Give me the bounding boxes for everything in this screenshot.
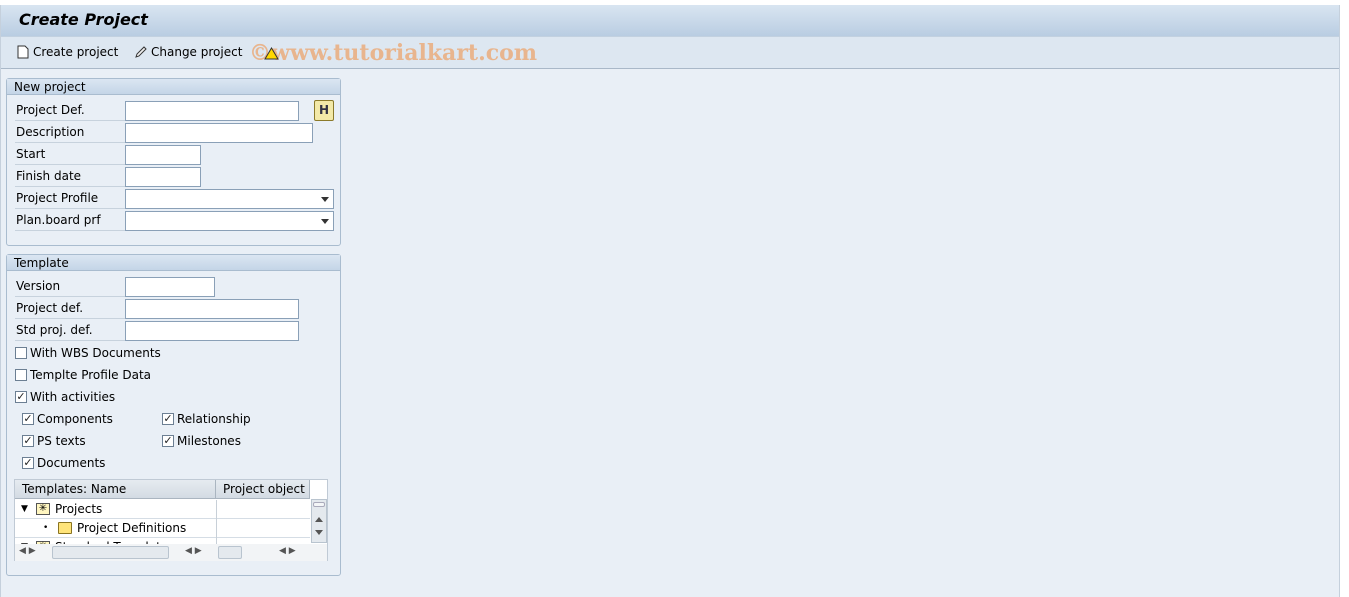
checkbox-label: PS texts xyxy=(37,434,86,448)
tree-node-label: Projects xyxy=(55,501,103,516)
input-field[interactable] xyxy=(125,321,299,341)
checkbox[interactable]: Templte Profile Data xyxy=(15,367,151,383)
checkbox-label: With WBS Documents xyxy=(30,346,161,360)
field-label: Plan.board prf xyxy=(15,210,127,231)
scroll-thumb[interactable] xyxy=(218,546,242,559)
column-header-project-object[interactable]: Project object xyxy=(216,480,310,499)
scroll-thumb[interactable] xyxy=(52,546,169,559)
checkbox-checked[interactable]: ✓ xyxy=(15,391,27,403)
tree-node[interactable]: ▼ ✳ Projects xyxy=(15,500,310,519)
change-project-label: Change project xyxy=(151,45,243,59)
vertical-scrollbar[interactable] xyxy=(311,499,327,543)
document-icon xyxy=(17,45,29,59)
checkbox[interactable]: ✓ With activities xyxy=(15,389,115,405)
new-project-group: New project Project Def. Description Start… xyxy=(6,78,341,246)
field-label: Version xyxy=(15,276,127,297)
checkbox-label: Documents xyxy=(37,456,106,470)
templates-tree: Templates: Name Project object ▼ ✳ Project… xyxy=(14,479,328,561)
checkbox[interactable]: ✓ Milestones xyxy=(162,433,241,449)
checkbox[interactable]: ✓ Documents xyxy=(22,455,105,471)
input-field[interactable] xyxy=(125,145,201,165)
create-project-label: Create project xyxy=(33,45,119,59)
create-project-button[interactable]: Create project xyxy=(17,45,118,59)
change-project-button[interactable]: Change project xyxy=(134,45,242,59)
field-label: Project def. xyxy=(15,298,127,319)
checkbox-checked[interactable]: ✓ xyxy=(162,435,174,447)
checkbox-checked[interactable]: ✓ xyxy=(162,413,174,425)
checkbox-checked[interactable]: ✓ xyxy=(22,435,34,447)
group-header: Template xyxy=(7,255,340,271)
tree-node-label: Project Definitions xyxy=(77,520,187,535)
input-field[interactable] xyxy=(125,123,313,143)
checkbox-label: Relationship xyxy=(177,412,251,426)
input-field[interactable] xyxy=(125,299,299,319)
input-field[interactable] xyxy=(125,101,299,121)
input-field[interactable] xyxy=(125,167,201,187)
application-toolbar: Create project Change project ©www.tutor… xyxy=(1,36,1339,69)
page-title: Create Project xyxy=(19,10,148,29)
checkbox[interactable]: ✓ Relationship xyxy=(162,411,251,427)
bullet-icon: • xyxy=(43,522,49,533)
dropdown-field[interactable] xyxy=(125,211,334,231)
field-label: Finish date xyxy=(15,166,127,187)
warning-icon[interactable] xyxy=(264,47,279,60)
field-label: Description xyxy=(15,122,127,143)
checkbox[interactable]: With WBS Documents xyxy=(15,345,161,361)
field-label: Project Def. xyxy=(15,100,127,121)
dropdown-field[interactable] xyxy=(125,189,334,209)
scroll-down-icon[interactable] xyxy=(315,530,323,539)
checkbox-unchecked[interactable] xyxy=(15,347,27,359)
folder-icon xyxy=(58,522,72,534)
scroll-up-icon[interactable] xyxy=(315,513,323,522)
watermark: ©www.tutorialkart.com xyxy=(249,40,538,66)
template-group: Template Version Project def. Std proj. de… xyxy=(6,254,341,576)
checkbox-label: Milestones xyxy=(177,434,241,448)
horizontal-scrollbars[interactable]: ◀ ▶ ◀ ▶ ◀ ▶ xyxy=(15,544,327,561)
checkbox-checked[interactable]: ✓ xyxy=(22,413,34,425)
title-bar: Create Project xyxy=(1,5,1339,36)
structure-icon: ✳ xyxy=(36,503,50,515)
checkbox-checked[interactable]: ✓ xyxy=(22,457,34,469)
field-label: Std proj. def. xyxy=(15,320,127,341)
main-window: Create Project Create project Change pro… xyxy=(0,5,1340,597)
checkbox[interactable]: ✓ Components xyxy=(22,411,113,427)
checkbox-label: With activities xyxy=(30,390,116,404)
checkbox[interactable]: ✓ PS texts xyxy=(22,433,86,449)
group-header: New project xyxy=(7,79,340,95)
field-label: Start xyxy=(15,144,127,165)
checkbox-unchecked[interactable] xyxy=(15,369,27,381)
column-header-name[interactable]: Templates: Name xyxy=(15,480,216,499)
field-label: Project Profile xyxy=(15,188,127,209)
checkbox-label: Templte Profile Data xyxy=(30,368,151,382)
input-field[interactable] xyxy=(125,277,215,297)
pencil-icon xyxy=(135,46,147,58)
search-help-icon[interactable]: H xyxy=(314,100,334,121)
tree-node[interactable]: • Project Definitions xyxy=(15,519,310,538)
expand-icon[interactable]: ▼ xyxy=(21,500,31,519)
checkbox-label: Components xyxy=(37,412,113,426)
